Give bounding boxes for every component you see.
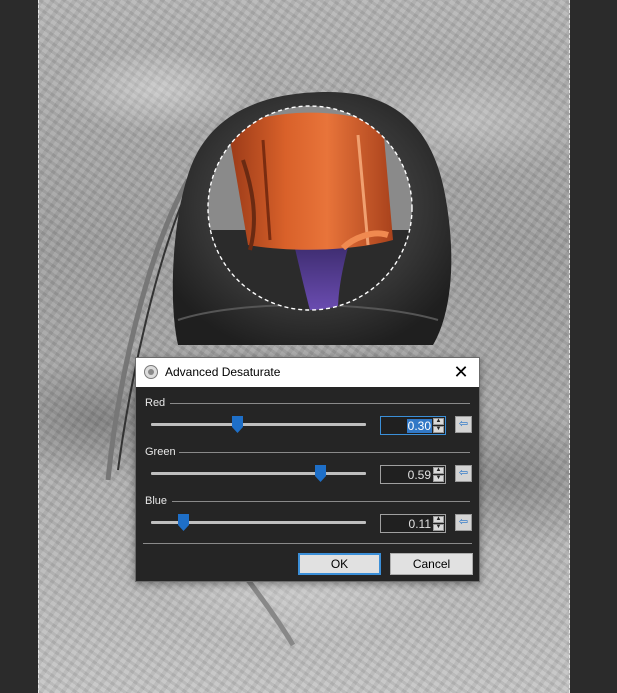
green-slider[interactable] — [151, 465, 366, 482]
ok-button[interactable]: OK — [298, 553, 381, 575]
green-spinner[interactable]: ▲ ▼ — [433, 467, 444, 482]
red-section-divider — [170, 403, 470, 404]
advanced-desaturate-dialog: Advanced Desaturate ✕ Red 0.30 ▲ ▼ ⇦ Gre… — [135, 357, 480, 582]
blue-spin-down[interactable]: ▼ — [433, 524, 444, 531]
green-reset-button[interactable]: ⇦ — [455, 465, 472, 482]
red-spin-up[interactable]: ▲ — [433, 418, 444, 425]
green-label: Green — [145, 446, 176, 458]
reset-arrow-icon: ⇦ — [458, 418, 469, 430]
blue-reset-button[interactable]: ⇦ — [455, 514, 472, 531]
blue-slider[interactable] — [151, 514, 366, 531]
blue-slider-thumb[interactable] — [177, 514, 189, 531]
red-spin-down[interactable]: ▼ — [433, 426, 444, 433]
red-slider[interactable] — [151, 416, 366, 433]
photo-content — [105, 92, 452, 647]
red-slider-thumb[interactable] — [232, 416, 243, 433]
footer-divider — [143, 543, 472, 544]
green-section-divider — [179, 452, 470, 453]
dialog-title: Advanced Desaturate — [165, 365, 281, 379]
canvas-edge-right — [569, 0, 570, 693]
red-value-input[interactable]: 0.30 ▲ ▼ — [380, 416, 446, 435]
canvas-edge-left — [38, 0, 39, 693]
blue-value-input[interactable]: 0.11 ▲ ▼ — [380, 514, 446, 533]
blue-section-divider — [172, 501, 470, 502]
blue-spinner[interactable]: ▲ ▼ — [433, 516, 444, 531]
green-spin-down[interactable]: ▼ — [433, 475, 444, 482]
image-canvas[interactable] — [38, 0, 570, 693]
blue-spin-up[interactable]: ▲ — [433, 516, 444, 523]
red-reset-button[interactable]: ⇦ — [455, 416, 472, 433]
reset-arrow-icon: ⇦ — [458, 467, 469, 479]
red-value-text: 0.30 — [406, 419, 432, 433]
reset-arrow-icon: ⇦ — [458, 516, 469, 528]
red-spinner[interactable]: ▲ ▼ — [433, 418, 444, 433]
dialog-titlebar[interactable]: Advanced Desaturate ✕ — [136, 358, 479, 387]
blue-value-text: 0.11 — [408, 517, 431, 531]
green-value-text: 0.59 — [407, 468, 431, 482]
green-spin-up[interactable]: ▲ — [433, 467, 444, 474]
red-label: Red — [145, 397, 166, 409]
green-value-input[interactable]: 0.59 ▲ ▼ — [380, 465, 446, 484]
close-icon[interactable]: ✕ — [451, 362, 471, 382]
green-slider-thumb[interactable] — [315, 465, 327, 482]
dialog-app-icon — [144, 365, 158, 379]
cancel-button[interactable]: Cancel — [390, 553, 473, 575]
blue-label: Blue — [145, 495, 168, 507]
